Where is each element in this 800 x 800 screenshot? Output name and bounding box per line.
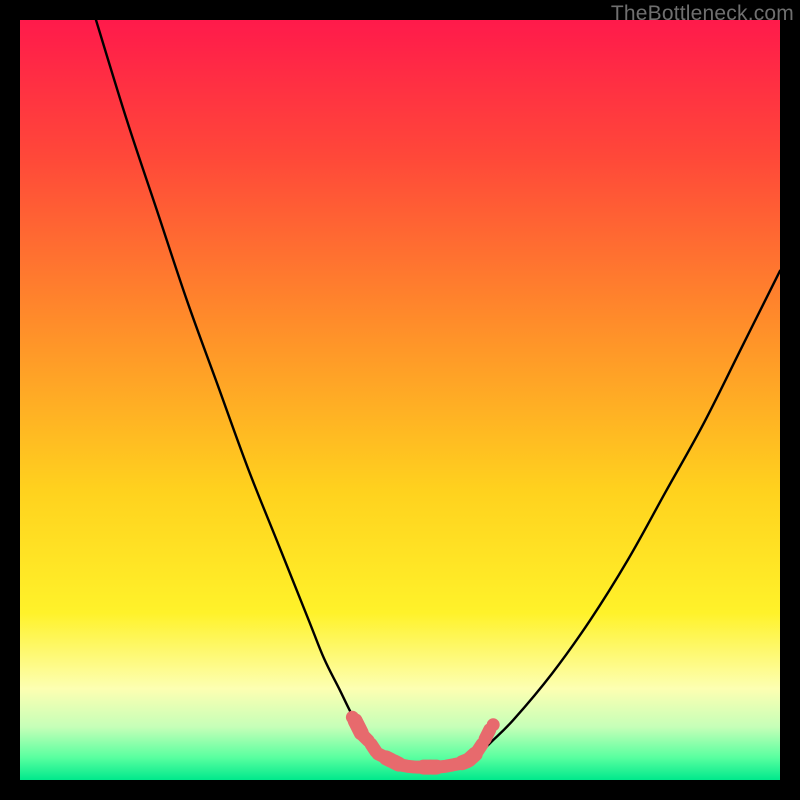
chart-svg — [20, 20, 780, 780]
gradient-background — [20, 20, 780, 780]
plot-area — [20, 20, 780, 780]
watermark-label: TheBottleneck.com — [611, 2, 794, 26]
chart-container: TheBottleneck.com — [0, 0, 800, 800]
